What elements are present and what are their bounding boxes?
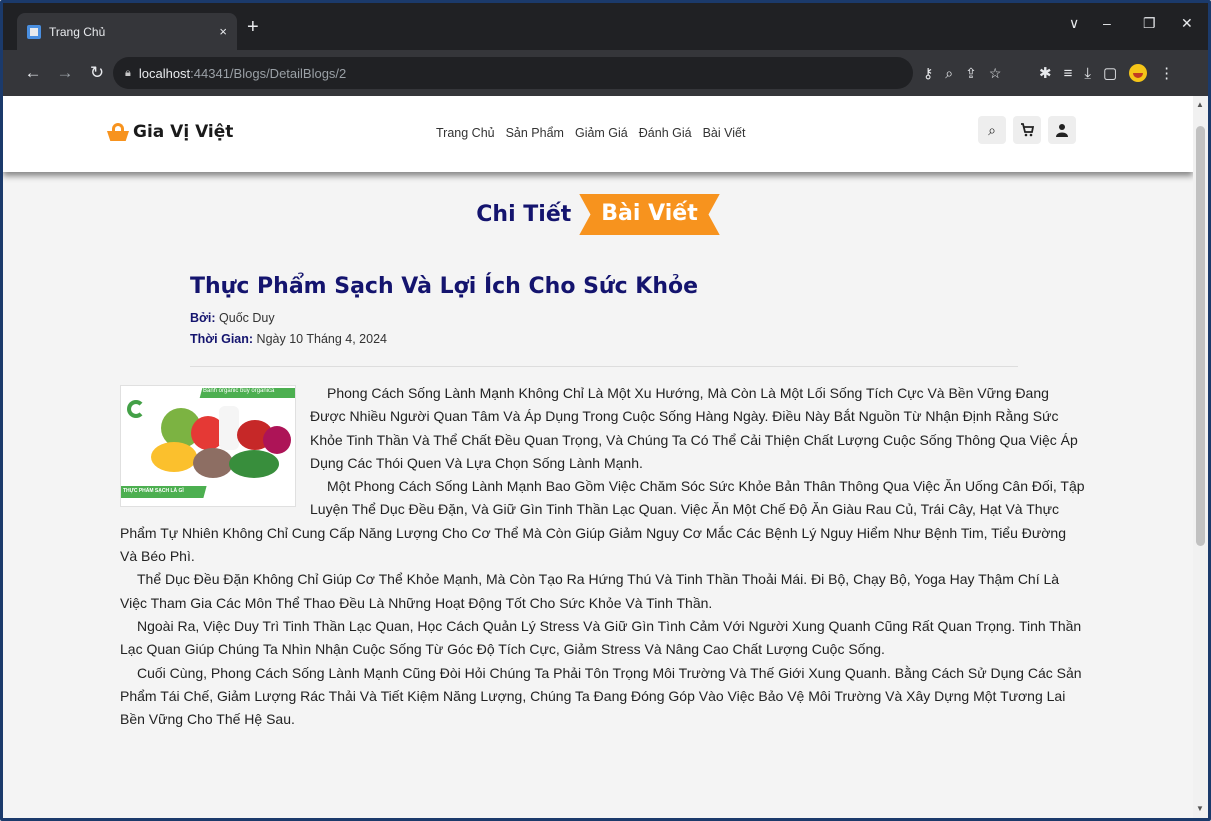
header-actions: ⌕	[978, 116, 1076, 144]
minimize-button[interactable]: –	[1103, 15, 1111, 31]
article-body: Phong Cách Sống Lành Mạnh Không Chỉ Là M…	[120, 382, 1085, 731]
nav-item-reviews[interactable]: Đánh Giá	[639, 126, 692, 140]
article-paragraph: Ngoài Ra, Việc Duy Trì Tinh Thần Lạc Qua…	[120, 617, 1082, 658]
nav-item-discounts[interactable]: Giảm Giá	[575, 126, 628, 140]
url-host: localhost	[138, 65, 191, 81]
brand-name: Gia Vị Việt	[133, 122, 234, 142]
nav-item-posts[interactable]: Bài Viết	[703, 126, 746, 140]
page-title-part2: Bài Viết	[579, 194, 720, 235]
new-tab-button[interactable]: +	[247, 17, 259, 37]
nav-item-home[interactable]: Trang Chủ	[436, 126, 495, 140]
site-logo[interactable]: Gia Vị Việt	[107, 122, 233, 142]
author-label: Bởi:	[190, 311, 216, 325]
key-icon[interactable]: ⚷	[923, 65, 933, 82]
user-icon[interactable]	[1048, 116, 1076, 144]
close-window-button[interactable]: ✕	[1181, 15, 1193, 32]
extensions-puzzle-icon[interactable]: ✱	[1039, 64, 1052, 82]
time-label: Thời Gian:	[190, 332, 254, 346]
url-path: :44341/Blogs/DetailBlogs/2	[190, 65, 347, 81]
profile-emoji-icon[interactable]	[1129, 64, 1148, 82]
tab-title: Trang Chủ	[49, 24, 106, 39]
article-author: Bởi: Quốc Duy	[190, 311, 275, 325]
back-icon[interactable]: ←	[21, 63, 45, 83]
scrollbar-thumb[interactable]	[1196, 126, 1205, 546]
scrollbar[interactable]: ▲ ▼	[1193, 96, 1208, 818]
browser-toolbar: ← → ↻ 🔒︎ localhost :44341/Blogs/DetailBl…	[3, 50, 1208, 96]
search-icon[interactable]: ⌕	[978, 116, 1006, 144]
lock-icon[interactable]: 🔒︎	[125, 67, 131, 80]
article-paragraph: Thể Dục Đều Đặn Không Chỉ Giúp Cơ Thể Kh…	[120, 571, 1060, 611]
author-name: Quốc Duy	[219, 311, 275, 325]
article-time: Thời Gian: Ngày 10 Tháng 4, 2024	[190, 332, 387, 346]
forward-icon[interactable]: →	[53, 63, 77, 83]
reload-icon[interactable]: ↻	[85, 63, 109, 83]
page-favicon-icon	[27, 24, 41, 39]
scroll-down-icon[interactable]: ▼	[1196, 804, 1204, 813]
reading-list-icon[interactable]: ≡	[1064, 65, 1073, 82]
tab-search-icon[interactable]: ∨	[1069, 15, 1079, 32]
download-icon[interactable]: ⤓	[1084, 65, 1091, 82]
page-title: Chi Tiết Bài Viết	[3, 194, 1193, 235]
cart-icon[interactable]	[1013, 116, 1041, 144]
tab-close-icon[interactable]: ×	[219, 24, 227, 39]
bookmark-star-icon[interactable]: ☆	[989, 65, 1002, 82]
page-title-part1: Chi Tiết	[476, 202, 572, 227]
extensions-area: ✱ ≡ ⤓ ▢ ⋮	[1039, 50, 1174, 96]
article-paragraph: Cuối Cùng, Phong Cách Sống Lành Mạnh Cũn…	[120, 664, 1082, 728]
tab-strip: Trang Chủ × + ∨ – ❐ ✕	[3, 3, 1208, 50]
side-panel-icon[interactable]: ▢	[1103, 64, 1117, 82]
share-icon[interactable]: ⇪	[965, 65, 977, 82]
restore-button[interactable]: ❐	[1143, 15, 1156, 32]
address-bar[interactable]: 🔒︎ localhost :44341/Blogs/DetailBlogs/2	[113, 57, 913, 89]
zoom-icon[interactable]: ⌕	[945, 65, 953, 82]
basket-icon	[107, 123, 129, 141]
main-nav: Trang Chủ Sản Phẩm Giảm Giá Đánh Giá Bài…	[436, 126, 745, 140]
divider	[190, 366, 1018, 367]
menu-kebab-icon[interactable]: ⋮	[1159, 64, 1174, 82]
browser-tab[interactable]: Trang Chủ ×	[17, 13, 237, 50]
site-header: Gia Vị Việt Trang Chủ Sản Phẩm Giảm Giá …	[3, 96, 1193, 172]
omnibox-actions: ⚷ ⌕ ⇪ ☆	[923, 50, 1001, 96]
nav-item-products[interactable]: Sản Phẩm	[506, 126, 564, 140]
page-viewport: Gia Vị Việt Trang Chủ Sản Phẩm Giảm Giá …	[3, 96, 1193, 818]
scroll-up-icon[interactable]: ▲	[1196, 100, 1204, 109]
browser-window: Trang Chủ × + ∨ – ❐ ✕ ← → ↻ 🔒︎ localhost…	[0, 0, 1211, 821]
article-title: Thực Phẩm Sạch Và Lợi Ích Cho Sức Khỏe	[190, 274, 699, 299]
time-value: Ngày 10 Tháng 4, 2024	[256, 332, 387, 346]
